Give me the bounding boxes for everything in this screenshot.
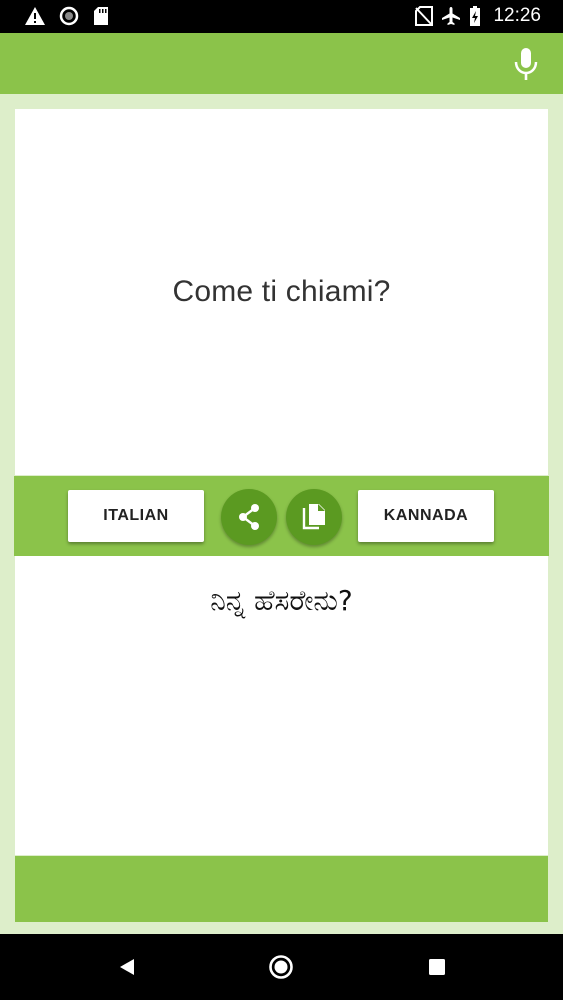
airplane-icon (440, 6, 462, 26)
sd-card-icon (92, 6, 110, 26)
navigation-bar (0, 934, 563, 1000)
source-language-button[interactable]: ITALIAN (68, 490, 204, 542)
target-language-button[interactable]: KANNADA (358, 490, 494, 542)
target-text-panel: ನಿನ್ನ ಹೆಸರೇನು? (15, 556, 548, 855)
source-text: Come ti chiami? (172, 275, 391, 308)
microphone-icon[interactable] (511, 46, 541, 82)
share-button[interactable] (221, 489, 277, 545)
copy-icon (302, 504, 325, 530)
status-bar: 12:26 (0, 0, 563, 33)
target-text: ನಿನ್ನ ಹೆಸರೇನು? (210, 584, 353, 617)
status-time: 12:26 (493, 5, 541, 26)
app-bar (0, 33, 563, 94)
back-icon[interactable] (114, 954, 140, 980)
home-icon[interactable] (268, 954, 294, 980)
footer-band (15, 856, 548, 922)
recents-icon[interactable] (424, 954, 450, 980)
warning-icon (24, 6, 46, 26)
source-text-panel[interactable]: Come ti chiami? (15, 109, 548, 475)
copy-button[interactable] (286, 489, 342, 545)
language-controls: ITALIAN KANNADA (14, 476, 549, 556)
battery-charging-icon (468, 6, 482, 26)
circle-status-icon (58, 6, 80, 26)
no-sim-icon (414, 6, 434, 26)
share-icon (239, 504, 259, 530)
